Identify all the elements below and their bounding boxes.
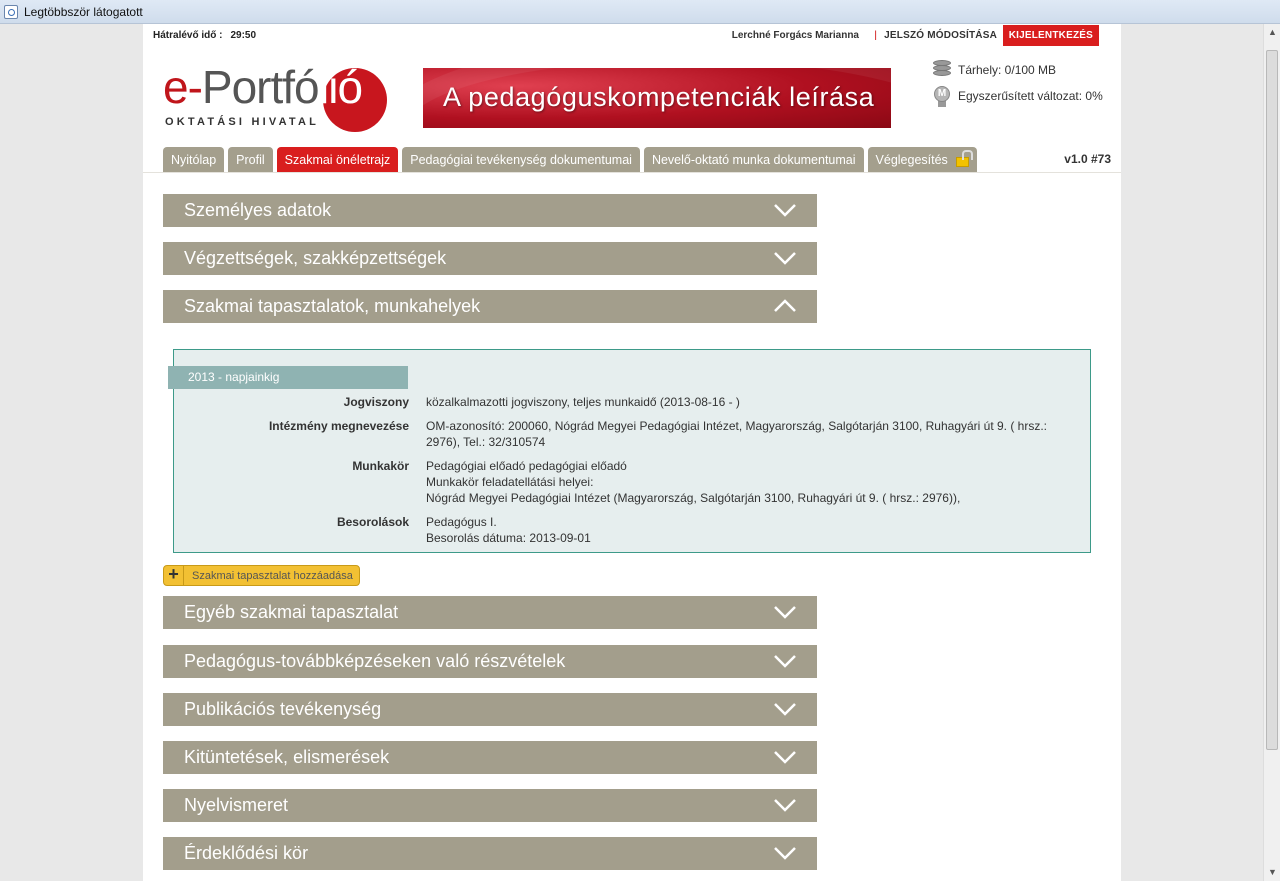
e-portfolio-logo[interactable]: e-Portfó lió OKTATÁSI HIVATAL	[163, 64, 393, 134]
header-separator: |	[874, 30, 877, 41]
section-title: Nyelvismeret	[184, 795, 289, 815]
row-value: közalkalmazotti jogviszony, teljes munka…	[426, 395, 740, 409]
section-title: Egyéb szakmai tapasztalat	[184, 602, 399, 622]
section-szemelyes-adatok[interactable]: Személyes adatok	[163, 194, 817, 227]
section-title: Kitüntetések, elismerések	[184, 747, 390, 767]
vertical-scrollbar[interactable]: ▲ ▼	[1263, 24, 1280, 881]
section-egyeb-tapasztalat[interactable]: Egyéb szakmai tapasztalat	[163, 596, 817, 629]
chevron-down-icon	[774, 606, 796, 619]
page-container: Hátralévő idő : 29:50 Lerchné Forgács Mar…	[143, 24, 1121, 881]
timer-value: 29:50	[230, 30, 257, 41]
section-vegzettsegek[interactable]: Végzettségek, szakképzettségek	[163, 242, 817, 275]
tab-pedagogiai-tevekenyseg[interactable]: Pedagógiai tevékenység dokumentumai	[402, 147, 640, 172]
section-szakmai-tapasztalatok[interactable]: Szakmai tapasztalatok, munkahelyek	[163, 290, 817, 323]
database-icon	[933, 60, 951, 80]
logo-main: Portfó	[201, 61, 320, 113]
chevron-down-icon	[774, 204, 796, 217]
browser-title-bar: Legtöbbször látogatott	[0, 0, 1280, 24]
logo-word: e-Portfó	[163, 61, 320, 113]
row-value: Pedagógiai előadó pedagógiai előadó Munk…	[426, 459, 961, 505]
chevron-down-icon	[774, 655, 796, 668]
tab-nevelo-oktato-munka[interactable]: Nevelő-oktató munka dokumentumai	[643, 147, 864, 172]
row-label: Jogviszony	[343, 395, 409, 409]
storage-stat: Tárhely: 0/100 MB	[933, 60, 1056, 80]
tab-profil[interactable]: Profil	[228, 147, 273, 172]
competencies-banner[interactable]: A pedagóguskompetenciák leírása	[423, 68, 891, 128]
chevron-down-icon	[774, 252, 796, 265]
change-password-link[interactable]: JELSZÓ MÓDOSÍTÁSA	[884, 30, 997, 41]
scrollbar-thumb[interactable]	[1266, 50, 1278, 750]
top-bar: Hátralévő idő : 29:50 Lerchné Forgács Mar…	[143, 24, 1121, 46]
lock-icon	[955, 149, 973, 167]
tab-szakmai-oneletrajz[interactable]: Szakmai önéletrajz	[276, 147, 399, 172]
row-value: Pedagógus I. Besorolás dátuma: 2013-09-0…	[426, 515, 591, 545]
chevron-down-icon	[774, 847, 796, 860]
user-name: Lerchné Forgács Marianna	[731, 30, 859, 41]
simplified-stat: M Egyszerűsített változat: 0%	[933, 86, 1103, 107]
scroll-up-arrow-icon[interactable]: ▲	[1264, 24, 1280, 41]
row-label: Munkakör	[352, 459, 409, 473]
chevron-down-icon	[774, 751, 796, 764]
tab-nyitolap[interactable]: Nyitólap	[163, 147, 225, 172]
plus-icon: +	[164, 565, 184, 585]
browser-tab-title: Legtöbbször látogatott	[24, 4, 143, 19]
section-title: Személyes adatok	[184, 200, 332, 220]
tab-underline	[143, 172, 1121, 173]
add-experience-label: Szakmai tapasztalat hozzáadása	[192, 569, 353, 582]
tab-veglegesites[interactable]: Véglegesítés	[867, 147, 977, 172]
medal-icon: M	[933, 86, 951, 107]
section-title: Érdeklődési kör	[184, 843, 309, 863]
session-timer: Hátralévő idő : 29:50	[153, 30, 256, 41]
add-experience-button[interactable]: + Szakmai tapasztalat hozzáadása	[163, 565, 360, 586]
main-tabs: Nyitólap Profil Szakmai önéletrajz Pedag…	[163, 147, 981, 172]
logout-button[interactable]: KIJELENTKEZÉS	[1002, 25, 1099, 46]
section-publikaciok[interactable]: Publikációs tevékenység	[163, 693, 817, 726]
chevron-down-icon	[774, 799, 796, 812]
section-title: Szakmai tapasztalatok, munkahelyek	[184, 296, 481, 316]
section-title: Pedagógus-továbbképzéseken való részvéte…	[184, 651, 566, 671]
section-erdeklodesi-kor[interactable]: Érdeklődési kör	[163, 837, 817, 870]
logo-prefix: e-	[163, 61, 203, 113]
tab-veglegesites-label: Véglegesítés	[875, 152, 948, 167]
section-tovabbkepzesek[interactable]: Pedagógus-továbbképzéseken való részvéte…	[163, 645, 817, 678]
storage-text: Tárhely: 0/100 MB	[958, 63, 1057, 77]
page-favicon-icon	[4, 4, 18, 19]
chevron-up-icon	[774, 299, 796, 312]
scroll-down-arrow-icon[interactable]: ▼	[1264, 864, 1280, 881]
section-nyelvismeret[interactable]: Nyelvismeret	[163, 789, 817, 822]
logo-subtitle: OKTATÁSI HIVATAL	[165, 116, 320, 128]
row-value: OM-azonosító: 200060, Nógrád Megyei Peda…	[426, 419, 1048, 449]
simplified-text: Egyszerűsített változat: 0%	[958, 89, 1103, 103]
row-label: Besorolások	[336, 515, 409, 529]
version-label: v1.0 #73	[1064, 152, 1111, 166]
timer-label: Hátralévő idő :	[153, 30, 223, 41]
banner-text: A pedagóguskompetenciák leírása	[443, 82, 875, 112]
period-label: 2013 - napjainkig	[168, 366, 408, 389]
logo-suffix: lió	[319, 61, 363, 113]
section-title: Publikációs tevékenység	[184, 699, 382, 719]
experience-panel: 2013 - napjainkig Jogviszony közalkalmaz…	[168, 349, 1091, 553]
row-label: Intézmény megnevezése	[268, 419, 409, 433]
section-kituntetesek[interactable]: Kitüntetések, elismerések	[163, 741, 817, 774]
section-title: Végzettségek, szakképzettségek	[184, 248, 447, 268]
chevron-down-icon	[774, 703, 796, 716]
